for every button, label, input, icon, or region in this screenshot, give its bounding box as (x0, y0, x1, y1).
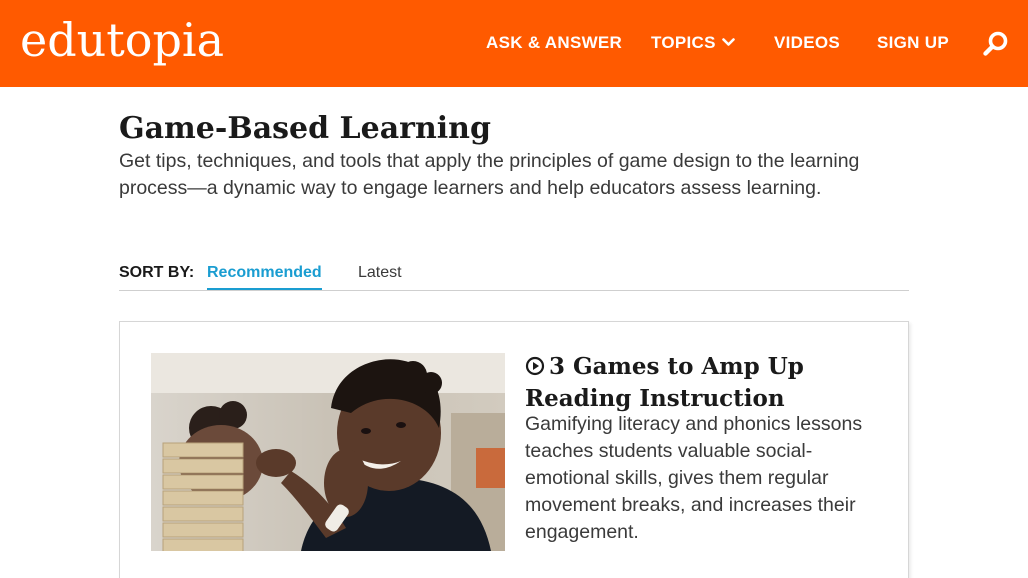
nav-topics[interactable]: TOPICS (651, 33, 735, 53)
article-title[interactable]: 3 Games to Amp Up Reading Instruction (525, 352, 885, 414)
search-icon[interactable] (982, 30, 1010, 58)
article-description: Gamifying literacy and phonics lessons t… (525, 413, 863, 543)
site-logo[interactable]: edutopia (20, 10, 224, 70)
page-description: Get tips, techniques, and tools that app… (119, 150, 860, 199)
chevron-down-icon (721, 32, 735, 52)
nav-ask-answer[interactable]: ASK & ANSWER (486, 33, 622, 53)
page-title: Game-Based Learning (119, 111, 491, 146)
sort-tab-latest[interactable]: Latest (358, 263, 402, 283)
play-circle-icon (525, 354, 545, 384)
nav-topics-label: TOPICS (651, 33, 716, 52)
sort-divider (119, 290, 909, 291)
nav-videos[interactable]: VIDEOS (774, 33, 840, 53)
sort-label: SORT BY: (119, 264, 195, 281)
article-thumbnail[interactable] (151, 353, 505, 551)
article-card: 3 Games to Amp Up Reading Instruction Ga… (119, 321, 909, 578)
site-header: edutopia ASK & ANSWER TOPICS VIDEOS SIGN… (0, 0, 1028, 87)
article-title-text: 3 Games to Amp Up Reading Instruction (525, 353, 804, 412)
sort-tab-recommended[interactable]: Recommended (207, 263, 322, 291)
nav-sign-up[interactable]: SIGN UP (877, 33, 949, 53)
